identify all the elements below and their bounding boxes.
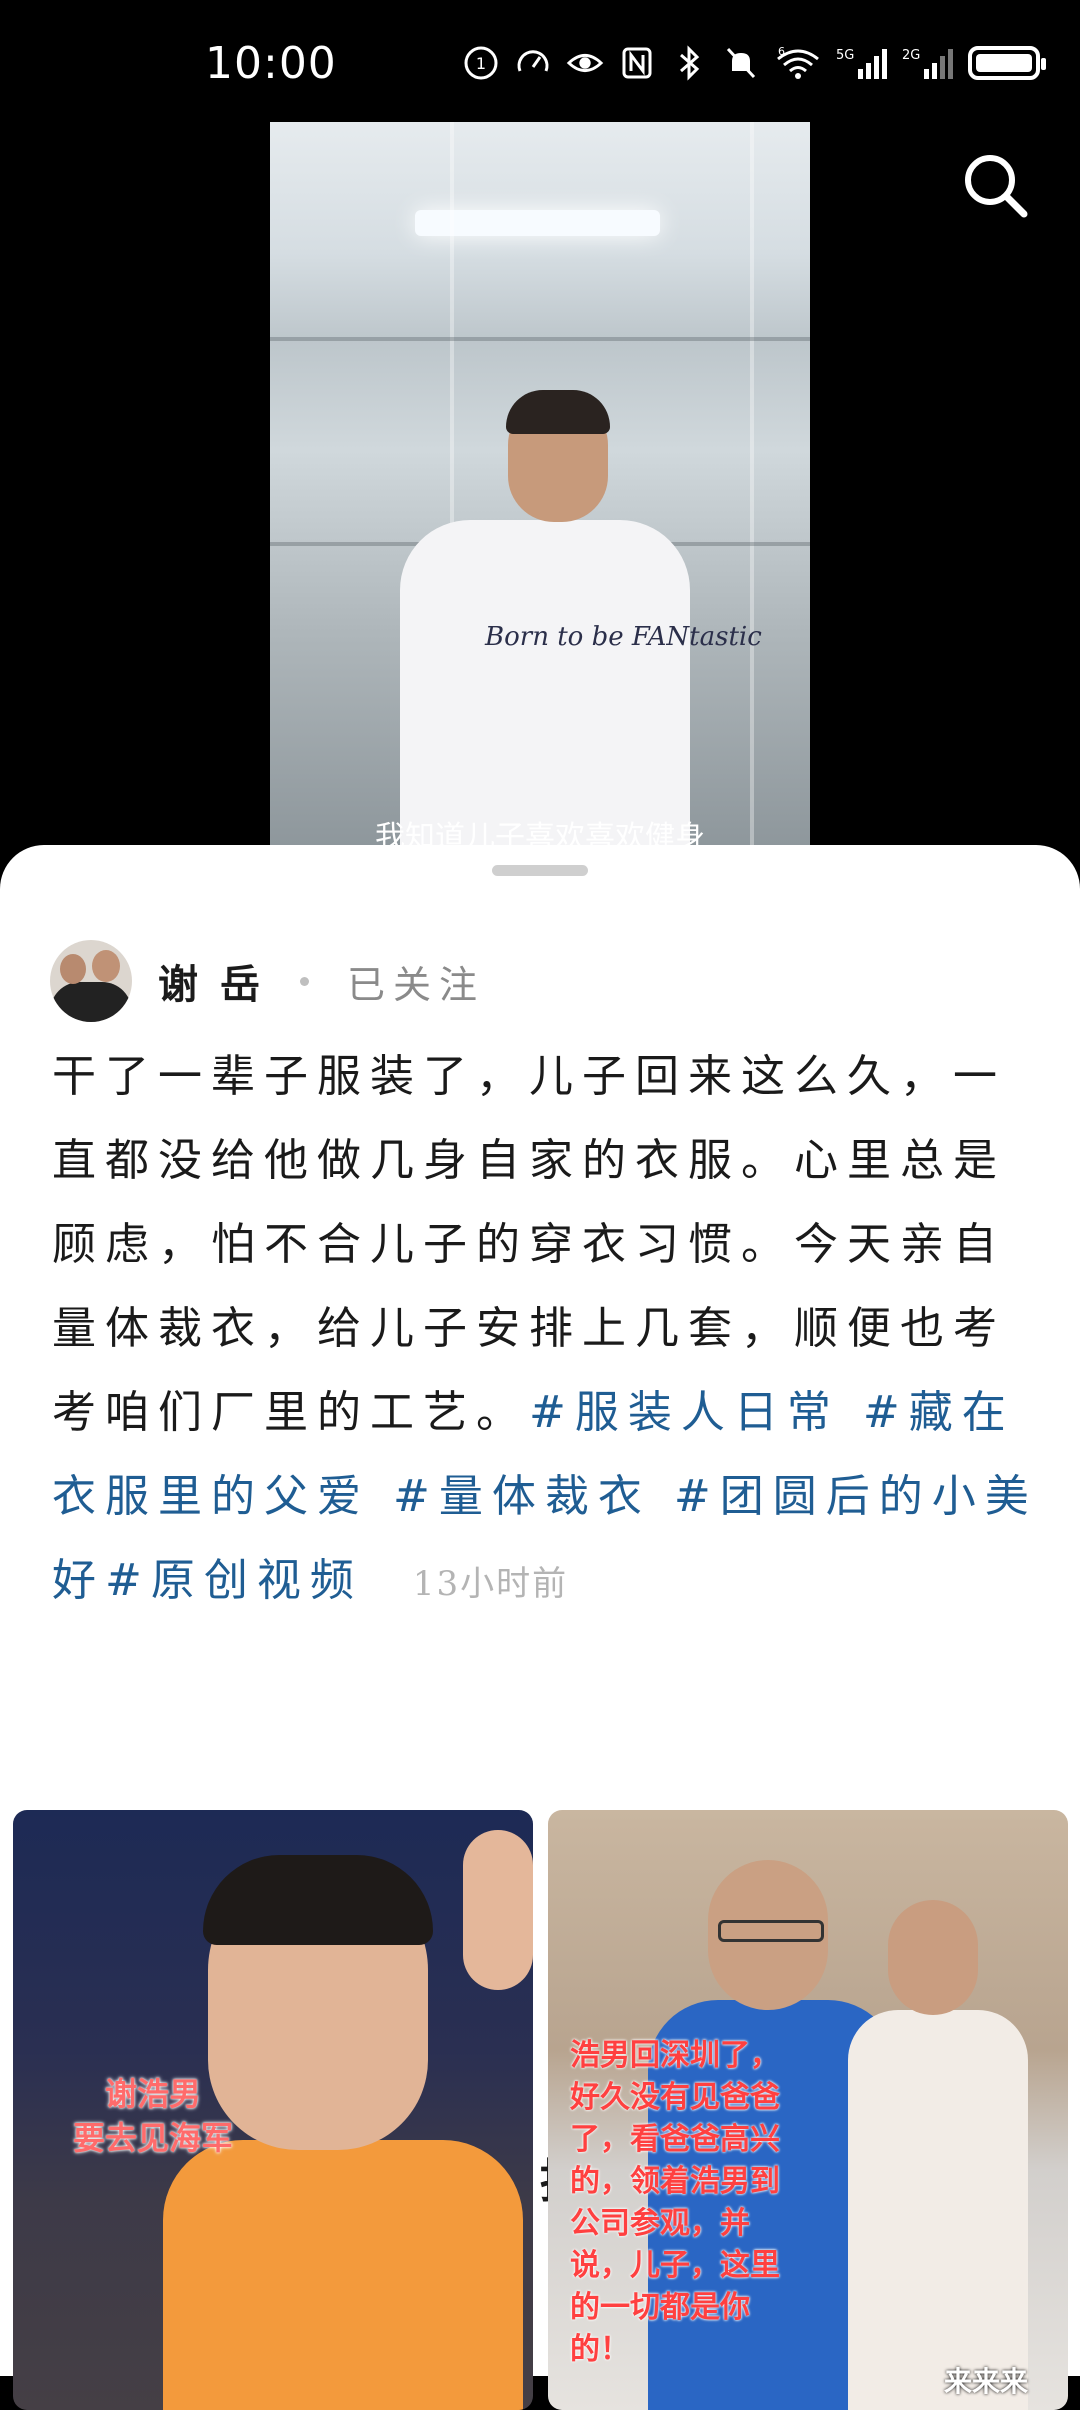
card-caption-line: 公司参观，并	[570, 2206, 750, 2241]
card-caption-line: 好久没有见爸爸	[570, 2080, 780, 2115]
card-caption-line: 要去见海军	[73, 2119, 234, 2157]
status-time: 10:00	[205, 38, 337, 89]
card-caption-extra: 来来来	[943, 2365, 1028, 2398]
signal-2g-icon: 2G	[902, 44, 954, 82]
author-row: 谢岳 已关注	[50, 940, 485, 1022]
svg-text:6: 6	[778, 45, 785, 58]
battery-icon	[968, 46, 1046, 80]
post-time: 13小时前	[412, 1564, 569, 1604]
avatar[interactable]	[50, 940, 132, 1022]
card-person-hand	[463, 1830, 533, 1990]
follow-status[interactable]: 已关注	[347, 954, 485, 1009]
video-player[interactable]: Born to be FANtastic 我知道儿子喜欢喜欢健身	[270, 122, 810, 852]
status-bar: 10:00 1 6 5G 2G	[0, 0, 1080, 120]
drag-handle[interactable]	[492, 865, 588, 876]
svg-text:5G: 5G	[836, 48, 854, 63]
card-caption-line: 的！	[570, 2332, 630, 2367]
card-person-shirt	[163, 2140, 523, 2410]
recommend-card[interactable]: 浩男回深圳了， 好久没有见爸爸 了，看爸爸高兴 的，领着浩男到 公司参观，并 说…	[548, 1810, 1068, 2410]
signal-5g-icon: 5G	[836, 44, 888, 82]
mute-icon	[722, 44, 760, 82]
card-caption-line: 了，看爸爸高兴	[570, 2122, 780, 2157]
recommend-card[interactable]: 谢浩男 要去见海军	[13, 1810, 533, 2410]
glass-rail	[270, 337, 810, 341]
separator-dot	[300, 976, 309, 986]
nfc-icon	[618, 44, 656, 82]
search-icon	[965, 155, 1028, 218]
hashtag[interactable]: #原创视频	[105, 1555, 363, 1606]
card-caption-line: 谢浩男	[105, 2075, 202, 2113]
glass-divider	[750, 122, 754, 852]
card-caption: 谢浩男 要去见海军	[73, 2072, 233, 2160]
svg-text:2G: 2G	[902, 48, 920, 63]
hashtag[interactable]: #量体裁衣	[393, 1471, 651, 1522]
card-son-shirt	[848, 2010, 1028, 2410]
card-son-face	[888, 1900, 978, 2015]
wifi-6-icon: 6	[774, 44, 822, 82]
card-caption-line: 的，领着浩男到	[570, 2164, 780, 2199]
person-hair	[506, 390, 610, 434]
card-caption-line: 说，儿子，这里	[570, 2248, 780, 2283]
bluetooth-icon	[670, 44, 708, 82]
post-text: 干了一辈子服装了，儿子回来这么久，一直都没给他做几身自家的衣服。心里总是顾虑，怕…	[52, 1051, 1006, 1438]
author-name[interactable]: 谢岳	[158, 952, 282, 1010]
shirt-print: Born to be FANtastic	[485, 622, 762, 652]
card-person-hair	[203, 1855, 433, 1945]
post-body: 干了一辈子服装了，儿子回来这么久，一直都没给他做几身自家的衣服。心里总是顾虑，怕…	[52, 1035, 1042, 1626]
card-caption: 浩男回深圳了， 好久没有见爸爸 了，看爸爸高兴 的，领着浩男到 公司参观，并 说…	[570, 2035, 780, 2371]
svg-text:1: 1	[476, 54, 486, 73]
hashtag[interactable]: #服装人日常	[529, 1387, 840, 1438]
card-caption-line: 浩男回深圳了，	[570, 2038, 780, 2073]
card-caption-line: 的一切都是你	[570, 2290, 750, 2325]
search-button[interactable]	[960, 150, 1030, 220]
hd-icon: 1	[462, 44, 500, 82]
person-shirt	[400, 520, 690, 852]
glasses	[718, 1920, 824, 1942]
status-icons: 1 6 5G 2G	[462, 44, 1046, 82]
recommend-cards: 谢浩男 要去见海军 浩男回深圳了， 好久没有见爸爸 了，看爸爸高兴 的，领着浩男…	[0, 1810, 1080, 2410]
eye-icon	[566, 44, 604, 82]
speed-icon	[514, 44, 552, 82]
